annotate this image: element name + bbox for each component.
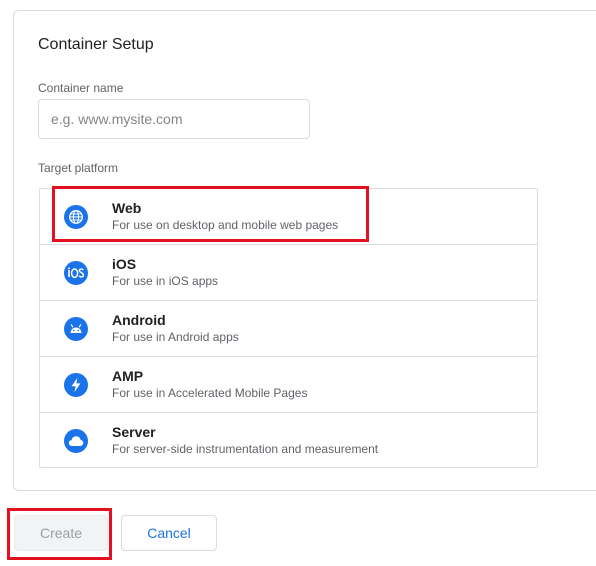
target-platform-label: Target platform: [38, 161, 119, 175]
platform-description: For use on desktop and mobile web pages: [112, 218, 339, 232]
cancel-button[interactable]: Cancel: [121, 515, 217, 551]
platform-option-web[interactable]: Web For use on desktop and mobile web pa…: [40, 189, 537, 245]
platform-option-amp[interactable]: AMP For use in Accelerated Mobile Pages: [40, 357, 537, 413]
android-icon: [64, 317, 88, 341]
platform-list: Web For use on desktop and mobile web pa…: [39, 188, 538, 468]
globe-icon: [64, 205, 88, 229]
container-setup-card: Container Setup Container name Target pl…: [13, 10, 596, 491]
platform-description: For use in iOS apps: [112, 274, 219, 288]
ios-icon: [64, 261, 88, 285]
lightning-icon: [64, 373, 88, 397]
platform-name: Server: [112, 424, 156, 440]
platform-option-android[interactable]: Android For use in Android apps: [40, 301, 537, 357]
platform-name: AMP: [112, 368, 144, 384]
platform-option-ios[interactable]: iOS For use in iOS apps: [40, 245, 537, 301]
platform-description: For use in Android apps: [112, 330, 239, 344]
platform-description: For server-side instrumentation and meas…: [112, 442, 379, 456]
page-title: Container Setup: [38, 36, 154, 53]
platform-name: Web: [112, 200, 142, 216]
platform-name: Android: [112, 312, 166, 328]
cloud-icon: [64, 429, 88, 453]
platform-option-server[interactable]: Server For server-side instrumentation a…: [40, 413, 537, 469]
container-name-label: Container name: [38, 81, 124, 95]
container-name-input[interactable]: [38, 99, 310, 139]
create-button[interactable]: Create: [14, 515, 108, 551]
platform-description: For use in Accelerated Mobile Pages: [112, 386, 308, 400]
platform-name: iOS: [112, 256, 137, 272]
